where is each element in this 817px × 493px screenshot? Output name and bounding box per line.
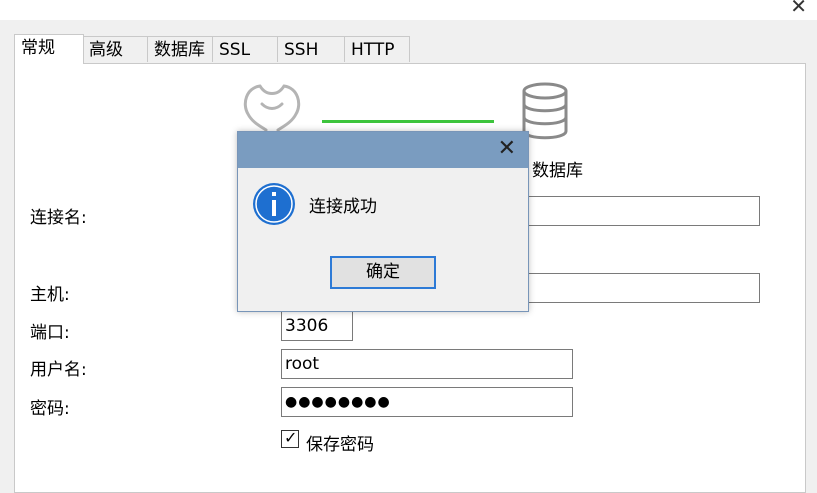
tab-ssh[interactable]: SSH	[277, 36, 345, 62]
port-label: 端口:	[30, 323, 70, 343]
info-icon	[253, 183, 295, 225]
connection-success-dialog: ✕ 连接成功 确定	[237, 131, 529, 312]
port-input[interactable]: 3306	[281, 311, 353, 341]
host-label: 主机:	[30, 285, 70, 305]
dialog-close-icon[interactable]: ✕	[498, 136, 516, 161]
connection-name-label: 连接名:	[30, 208, 87, 228]
username-input[interactable]: root	[281, 349, 573, 379]
tab-ssl[interactable]: SSL	[212, 36, 278, 62]
save-password-checkbox[interactable]: ✓	[281, 428, 299, 448]
tab-advanced[interactable]: 高级	[82, 36, 148, 62]
username-label: 用户名:	[30, 360, 87, 380]
tab-database[interactable]: 数据库	[147, 36, 213, 62]
password-input[interactable]: ●●●●●●●●	[281, 387, 573, 417]
connection-line	[322, 120, 494, 123]
tab-http[interactable]: HTTP	[344, 36, 410, 62]
window-titlebar: ✕	[0, 0, 817, 20]
database-caption: 数据库	[532, 161, 583, 181]
dialog-message: 连接成功	[309, 197, 377, 217]
save-password-label: 保存密码	[306, 435, 374, 455]
window-close-icon[interactable]: ✕	[790, 0, 807, 18]
checkmark-icon: ✓	[284, 428, 298, 447]
dialog-titlebar: ✕	[238, 132, 528, 168]
password-label: 密码:	[30, 399, 70, 419]
ok-button[interactable]: 确定	[330, 256, 436, 289]
tab-general[interactable]: 常规	[14, 34, 84, 64]
navicat-logo-icon	[243, 84, 301, 132]
